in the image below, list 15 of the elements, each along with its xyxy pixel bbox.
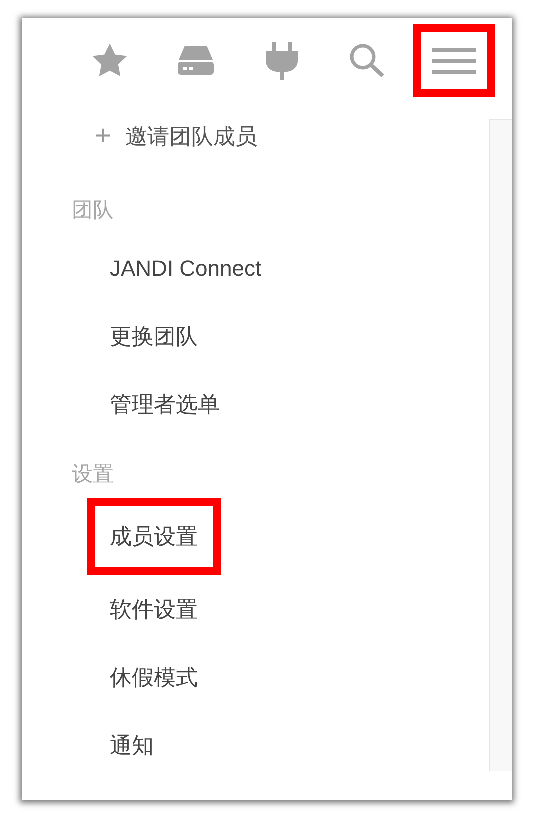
plug-icon	[264, 42, 300, 80]
invite-link[interactable]: 邀请团队成员	[125, 120, 258, 152]
menu-item[interactable]: 软件设置	[87, 575, 221, 643]
menu-item[interactable]: 成员设置	[87, 498, 221, 575]
menu-item[interactable]: 休假模式	[87, 643, 221, 711]
section-title: 团队	[72, 198, 114, 224]
menu-button[interactable]	[413, 24, 495, 97]
star-icon	[91, 42, 129, 78]
drive-icon	[177, 46, 215, 76]
menu-item[interactable]: 通知	[87, 711, 177, 779]
section-title: 设置	[72, 462, 114, 488]
menu-item[interactable]: 管理者选单	[87, 370, 243, 438]
menu-item[interactable]: JANDI Connect	[87, 234, 285, 302]
menu-item[interactable]: 更换团队	[87, 302, 221, 370]
menu-icon	[432, 48, 476, 74]
